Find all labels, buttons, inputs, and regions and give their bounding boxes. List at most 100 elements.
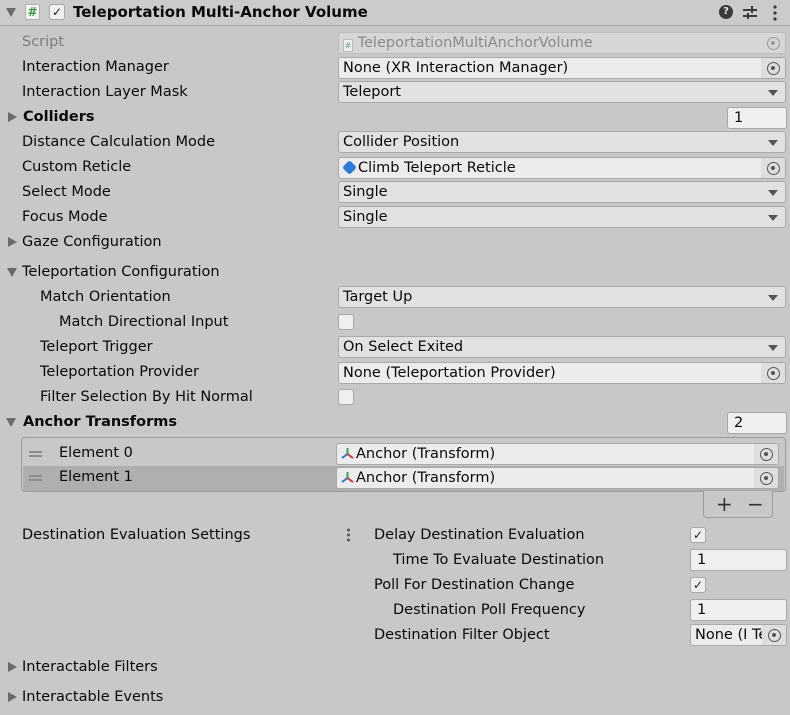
teleport-trigger-dropdown[interactable]: On Select Exited (338, 336, 786, 358)
interactable-events-foldout-icon[interactable] (8, 692, 17, 702)
object-picker-icon[interactable] (754, 468, 778, 488)
teleportation-configuration-label[interactable]: Teleportation Configuration (22, 264, 220, 280)
object-picker-icon[interactable] (761, 363, 785, 383)
dropdown-arrow-icon (768, 140, 778, 146)
teleportation-configuration-foldout-icon[interactable] (7, 268, 17, 277)
custom-reticle-field[interactable]: Climb Teleport Reticle (338, 157, 786, 179)
poll-for-destination-change-label: Poll For Destination Change (374, 577, 575, 593)
object-picker-icon[interactable] (761, 158, 785, 178)
script-label: Script (22, 34, 65, 50)
object-picker-icon (761, 33, 785, 53)
script-value: TeleportationMultiAnchorVolume (357, 35, 593, 51)
script-icon: # (343, 39, 353, 52)
interactable-events-label[interactable]: Interactable Events (22, 689, 163, 705)
dropdown-arrow-icon (768, 295, 778, 301)
anchor-object-value: Anchor (Transform) (356, 446, 496, 462)
dropdown-arrow-icon (768, 90, 778, 96)
focus-mode-dropdown[interactable]: Single (338, 206, 786, 228)
anchor-transforms-size-field[interactable]: 2 (727, 412, 787, 434)
colliders-foldout-icon[interactable] (8, 112, 17, 122)
interaction-manager-value: None (XR Interaction Manager) (343, 60, 569, 76)
component-title: Teleportation Multi-Anchor Volume (73, 3, 368, 21)
teleport-trigger-value: On Select Exited (343, 339, 464, 355)
custom-reticle-value: Climb Teleport Reticle (358, 160, 516, 176)
select-mode-value: Single (343, 184, 388, 200)
script-field: # TeleportationMultiAnchorVolume (338, 32, 786, 54)
filter-selection-by-hit-normal-label: Filter Selection By Hit Normal (40, 389, 253, 405)
interaction-layer-mask-value: Teleport (343, 84, 401, 100)
destination-filter-object-field[interactable]: None (I Te (690, 624, 787, 646)
distance-calculation-mode-label: Distance Calculation Mode (22, 134, 216, 150)
time-to-evaluate-destination-label: Time To Evaluate Destination (393, 552, 605, 568)
gaze-configuration-foldout-icon[interactable] (8, 237, 17, 247)
anchor-object-value: Anchor (Transform) (356, 470, 496, 486)
colliders-label[interactable]: Colliders (23, 109, 95, 125)
interaction-layer-mask-dropdown[interactable]: Teleport (338, 81, 786, 103)
anchor-object-field[interactable]: Anchor (Transform) (336, 443, 779, 465)
time-to-evaluate-destination-field[interactable]: 1 (690, 549, 787, 571)
select-mode-dropdown[interactable]: Single (338, 181, 786, 203)
match-orientation-value: Target Up (343, 289, 413, 305)
poll-for-destination-change-checkbox[interactable]: ✓ (690, 577, 706, 593)
focus-mode-value: Single (343, 209, 388, 225)
teleport-trigger-label: Teleport Trigger (40, 339, 153, 355)
match-directional-input-label: Match Directional Input (59, 314, 229, 330)
anchor-transforms-label[interactable]: Anchor Transforms (23, 414, 177, 430)
teleportation-provider-label: Teleportation Provider (40, 364, 199, 380)
more-menu-icon[interactable] (772, 5, 778, 21)
add-element-button[interactable]: + (716, 492, 733, 516)
delay-destination-evaluation-label: Delay Destination Evaluation (374, 527, 585, 543)
script-icon: # (25, 4, 40, 20)
anchor-transforms-list: Element 0 Anchor (Transform) Element 1 A… (21, 437, 786, 492)
custom-reticle-label: Custom Reticle (22, 159, 132, 175)
filter-selection-by-hit-normal-checkbox[interactable] (338, 389, 354, 405)
prefab-cube-icon (342, 160, 357, 175)
settings-menu-icon[interactable] (346, 528, 351, 542)
help-icon[interactable]: ? (719, 5, 733, 19)
object-picker-icon[interactable] (762, 625, 786, 645)
list-item[interactable]: Element 0 Anchor (Transform) (23, 442, 784, 467)
anchor-object-field[interactable]: Anchor (Transform) (336, 467, 779, 489)
select-mode-label: Select Mode (22, 184, 111, 200)
component-header: # ✓ Teleportation Multi-Anchor Volume ? (0, 0, 790, 26)
match-directional-input-checkbox[interactable] (338, 314, 354, 330)
colliders-size-field[interactable]: 1 (727, 107, 787, 129)
destination-evaluation-settings-label: Destination Evaluation Settings (22, 527, 251, 543)
interactable-filters-foldout-icon[interactable] (8, 662, 17, 672)
element-label: Element 1 (59, 469, 133, 485)
dropdown-arrow-icon (768, 190, 778, 196)
interaction-layer-mask-label: Interaction Layer Mask (22, 84, 188, 100)
remove-element-button[interactable]: − (747, 492, 764, 516)
transform-icon (341, 448, 354, 459)
interaction-manager-label: Interaction Manager (22, 59, 169, 75)
element-label: Element 0 (59, 445, 133, 461)
object-picker-icon[interactable] (761, 58, 785, 78)
anchor-transforms-foldout-icon[interactable] (6, 418, 16, 427)
distance-calculation-mode-dropdown[interactable]: Collider Position (338, 131, 786, 153)
object-picker-icon[interactable] (754, 444, 778, 464)
drag-handle-icon[interactable] (29, 451, 42, 457)
foldout-expanded-icon[interactable] (6, 8, 16, 17)
component-enabled-checkbox[interactable]: ✓ (49, 4, 65, 20)
presets-icon[interactable] (742, 5, 758, 20)
match-orientation-label: Match Orientation (40, 289, 171, 305)
dropdown-arrow-icon (768, 215, 778, 221)
teleportation-provider-field[interactable]: None (Teleportation Provider) (338, 362, 786, 384)
destination-filter-object-label: Destination Filter Object (374, 627, 550, 643)
list-add-remove-footer: + − (703, 491, 773, 518)
destination-poll-frequency-label: Destination Poll Frequency (393, 602, 586, 618)
interaction-manager-field[interactable]: None (XR Interaction Manager) (338, 57, 786, 79)
transform-icon (341, 472, 354, 483)
drag-handle-icon[interactable] (29, 475, 42, 481)
list-item[interactable]: Element 1 Anchor (Transform) (23, 466, 784, 491)
match-orientation-dropdown[interactable]: Target Up (338, 286, 786, 308)
focus-mode-label: Focus Mode (22, 209, 108, 225)
interactable-filters-label[interactable]: Interactable Filters (22, 659, 158, 675)
destination-filter-object-value: None (I Te (695, 627, 768, 643)
distance-calculation-mode-value: Collider Position (343, 134, 460, 150)
teleportation-provider-value: None (Teleportation Provider) (343, 365, 556, 381)
gaze-configuration-label[interactable]: Gaze Configuration (22, 234, 162, 250)
delay-destination-evaluation-checkbox[interactable]: ✓ (690, 527, 706, 543)
dropdown-arrow-icon (768, 345, 778, 351)
destination-poll-frequency-field[interactable]: 1 (690, 599, 787, 621)
